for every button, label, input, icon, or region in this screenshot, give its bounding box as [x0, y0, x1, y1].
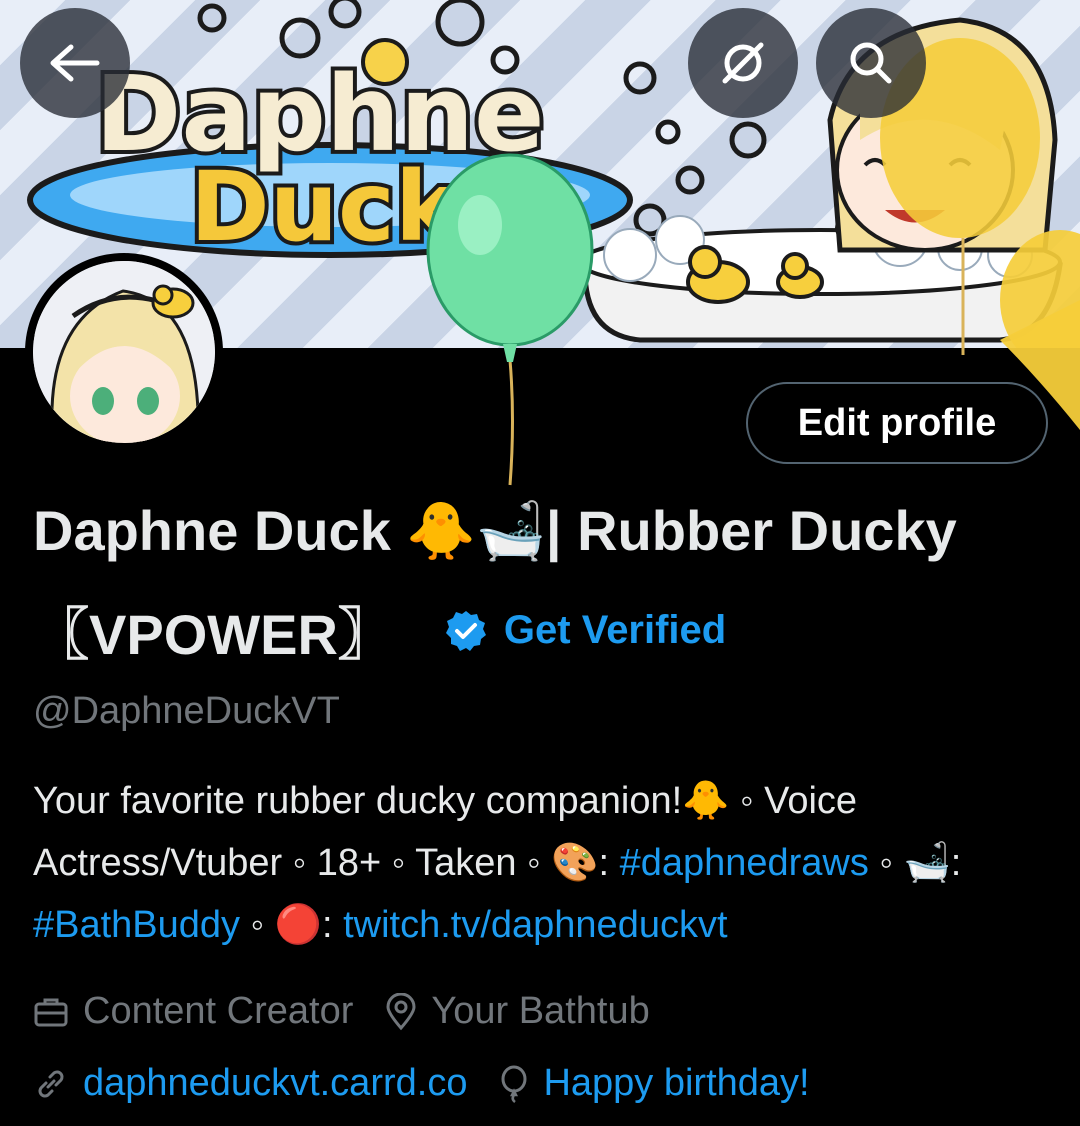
display-name-continued: 〖VPOWER〗 Get Verified — [33, 590, 726, 671]
website-link[interactable]: daphneduckvt.carrd.co — [83, 1062, 467, 1105]
back-button[interactable] — [20, 8, 130, 118]
avatar-image — [33, 261, 215, 443]
search-icon — [850, 42, 892, 84]
display-name: Daphne Duck 🐥🛁| Rubber Ducky — [33, 499, 957, 562]
briefcase-icon — [34, 998, 68, 1026]
bio-text: ◦ 🔴: — [240, 904, 344, 946]
category-label: Content Creator — [83, 990, 354, 1032]
avatar[interactable] — [25, 253, 223, 451]
eye-slash-icon — [722, 42, 764, 84]
twitch-link[interactable]: twitch.tv/daphneduckvt — [343, 904, 727, 946]
get-verified-button[interactable]: Get Verified — [444, 608, 726, 653]
profile-website[interactable]: daphneduckvt.carrd.co — [33, 1062, 467, 1105]
get-verified-label: Get Verified — [503, 608, 727, 652]
balloon-icon — [501, 1065, 527, 1103]
hashtag-bathbuddy[interactable]: #BathBuddy — [33, 904, 240, 946]
profile-meta-row: daphneduckvt.carrd.co Happy birthday! — [33, 1062, 842, 1105]
birthday-label[interactable]: Happy birthday! — [543, 1062, 809, 1105]
profile-bio: Your favorite rubber ducky companion!🐥 ◦… — [33, 770, 1053, 956]
location-label: Your Bathtub — [431, 990, 650, 1032]
hide-button[interactable] — [688, 8, 798, 118]
profile-category: Content Creator — [33, 990, 353, 1033]
profile-location: Your Bathtub — [385, 990, 650, 1033]
profile-meta-row: Content Creator Your Bathtub — [33, 990, 682, 1033]
location-pin-icon — [386, 992, 416, 1030]
link-icon — [38, 1070, 64, 1097]
bio-text: ◦ 🛁: — [868, 842, 962, 884]
display-name-tag: 〖VPOWER〗 — [33, 603, 394, 666]
arrow-left-icon — [50, 44, 100, 82]
hashtag-daphnedraws[interactable]: #daphnedraws — [620, 842, 869, 884]
search-button[interactable] — [816, 8, 926, 118]
profile-birthday[interactable]: Happy birthday! — [499, 1062, 810, 1105]
verified-badge-icon — [445, 610, 486, 651]
edit-profile-button[interactable]: Edit profile — [746, 382, 1048, 464]
username-handle: @DaphneDuckVT — [33, 690, 340, 732]
